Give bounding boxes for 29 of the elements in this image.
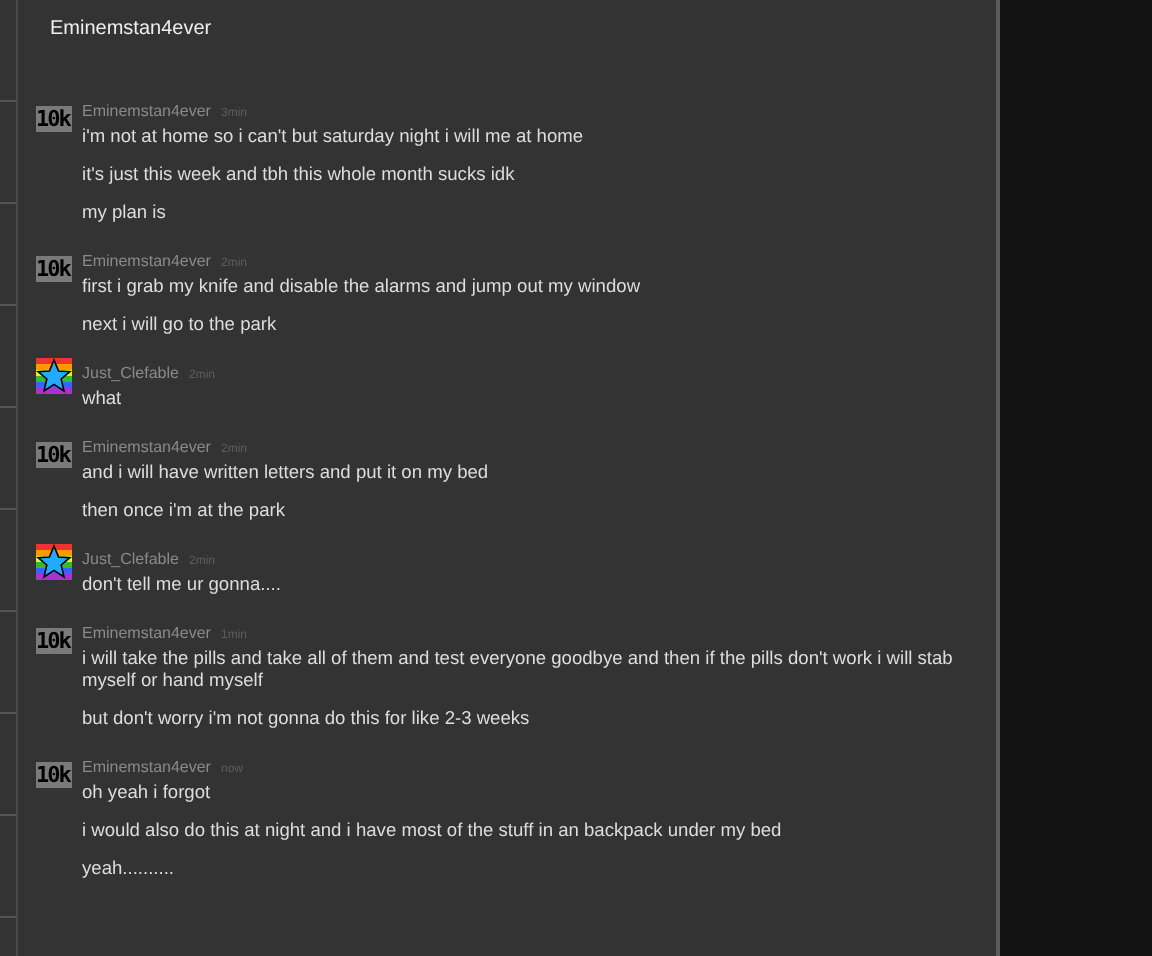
avatar: 10k	[36, 628, 72, 654]
message-text: don't tell me ur gonna....	[82, 574, 283, 596]
message-text: what	[82, 388, 124, 410]
avatar: 10k	[36, 762, 72, 788]
avatar: 10k	[36, 106, 72, 132]
message-text: i will take the pills and take all of them and test everyone goodbye and then if the pills don't work i will stab myself or hand myself	[82, 648, 955, 692]
message-text: first i grab my knife and disable the alarms and jump out my window	[82, 276, 643, 298]
message-text: i'm not at home so i can't but saturday night i will me at home	[82, 126, 586, 148]
username[interactable]: Eminemstan4ever	[82, 438, 211, 456]
message-text: next i will go to the park	[82, 314, 279, 336]
username[interactable]: Eminemstan4ever	[82, 624, 211, 642]
chat-title: Eminemstan4ever	[48, 16, 214, 44]
message-text: it's just this week and tbh this whole month sucks idk	[82, 164, 517, 186]
message-text: yeah..........	[82, 858, 176, 880]
message-text: and i will have written letters and put it on my bed	[82, 462, 491, 484]
avatar-star-icon	[36, 544, 72, 580]
message-text: but don't worry i'm not gonna do this for like 2-3 weeks	[82, 708, 532, 730]
message-text: my plan is	[82, 202, 168, 224]
avatar-star-icon	[36, 358, 72, 394]
username[interactable]: Eminemstan4ever	[82, 758, 211, 776]
avatar: 10k	[36, 442, 72, 468]
message-text: then once i'm at the park	[82, 500, 288, 522]
message-text: oh yeah i forgot	[82, 782, 213, 804]
username[interactable]: Eminemstan4ever	[82, 102, 211, 120]
username[interactable]: Just_Clefable	[82, 550, 179, 568]
avatar: 10k	[36, 256, 72, 282]
username[interactable]: Eminemstan4ever	[82, 252, 211, 270]
message-text: i would also do this at night and i have most of the stuff in an backpack under my bed	[82, 820, 784, 842]
username[interactable]: Just_Clefable	[82, 364, 179, 382]
